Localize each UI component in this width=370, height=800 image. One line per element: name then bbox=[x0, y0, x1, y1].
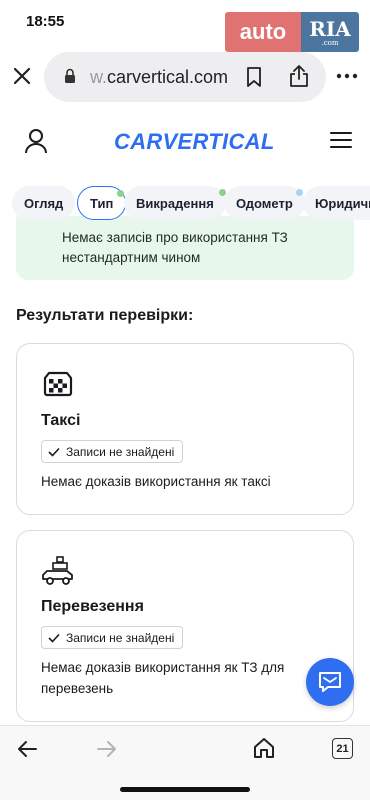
tab-odometer[interactable]: Одометр bbox=[224, 186, 305, 220]
watermark-ria-text: RIA bbox=[309, 17, 351, 41]
cargo-car-icon bbox=[42, 556, 73, 585]
chat-button[interactable] bbox=[306, 658, 354, 706]
tab-legal[interactable]: Юридичн bbox=[303, 186, 370, 220]
tab-label: Тип bbox=[90, 195, 114, 211]
result-card-transport: Перевезення Записи не знайдені Немає док… bbox=[16, 530, 354, 722]
tab-label: Огляд bbox=[24, 195, 64, 211]
card-description: Немає доказів використання як ТЗ для пер… bbox=[41, 660, 285, 696]
status-bar: 18:55 auto RIA .com bbox=[0, 0, 370, 52]
user-icon[interactable] bbox=[24, 128, 48, 154]
tab-label: Одометр bbox=[236, 195, 293, 211]
watermark-ria-sub: .com bbox=[321, 39, 339, 47]
badge-label: Записи не знайдені bbox=[66, 444, 175, 459]
url-text[interactable]: w.carvertical.com bbox=[90, 67, 228, 88]
badge-label: Записи не знайдені bbox=[66, 630, 175, 645]
status-dot bbox=[117, 190, 125, 197]
status-badge: Записи не знайдені bbox=[41, 626, 184, 649]
card-description: Немає доказів використання як таксі bbox=[41, 474, 271, 489]
url-domain: carvertical.com bbox=[107, 67, 229, 87]
hamburger-menu-icon[interactable] bbox=[330, 131, 352, 149]
section-tabs: Огляд Тип Викрадення Одометр Юридичн bbox=[0, 182, 370, 224]
tab-overview[interactable]: Огляд bbox=[12, 186, 76, 220]
status-dot bbox=[295, 189, 303, 196]
url-prefix: w. bbox=[90, 67, 108, 87]
notice-box: Немає записів про використання ТЗ нестан… bbox=[16, 216, 354, 280]
forward-arrow-icon[interactable] bbox=[96, 738, 118, 760]
site-header: CARVERTICAL bbox=[0, 118, 370, 166]
more-options-icon[interactable] bbox=[336, 68, 358, 84]
browser-bottom-bar: 21 bbox=[0, 725, 370, 800]
site-logo[interactable]: CARVERTICAL bbox=[114, 129, 275, 155]
card-title: Таксі bbox=[41, 412, 81, 429]
tab-theft[interactable]: Викрадення bbox=[124, 186, 226, 220]
home-indicator bbox=[120, 787, 250, 792]
lock-icon bbox=[65, 68, 75, 83]
watermark-auto: auto bbox=[225, 12, 301, 52]
card-title: Перевезення bbox=[41, 598, 144, 615]
address-bar[interactable]: w.carvertical.com bbox=[44, 52, 326, 102]
results-title: Результати перевірки: bbox=[16, 307, 194, 324]
watermark-ria: RIA .com bbox=[301, 12, 359, 52]
tab-label: Юридичн bbox=[315, 195, 370, 211]
check-icon bbox=[48, 633, 60, 643]
bookmark-icon[interactable] bbox=[246, 66, 262, 88]
result-card-taxi: Таксі Записи не знайдені Немає доказів в… bbox=[16, 343, 354, 515]
chat-icon bbox=[319, 672, 341, 692]
notice-text: Немає записів про використання ТЗ нестан… bbox=[62, 230, 288, 265]
close-icon[interactable] bbox=[10, 64, 34, 88]
check-icon bbox=[48, 447, 60, 457]
status-badge: Записи не знайдені bbox=[41, 440, 184, 463]
taxi-icon bbox=[43, 371, 73, 397]
home-icon[interactable] bbox=[252, 736, 276, 760]
tab-type[interactable]: Тип bbox=[77, 186, 127, 220]
browser-toolbar: w.carvertical.com bbox=[0, 52, 370, 102]
watermark-logo: auto RIA .com bbox=[225, 12, 359, 52]
status-time: 18:55 bbox=[26, 13, 65, 30]
tab-count: 21 bbox=[336, 742, 349, 755]
back-arrow-icon[interactable] bbox=[16, 738, 38, 760]
tabs-count-button[interactable]: 21 bbox=[332, 738, 353, 759]
share-icon[interactable] bbox=[288, 64, 310, 88]
tab-label: Викрадення bbox=[136, 195, 214, 211]
